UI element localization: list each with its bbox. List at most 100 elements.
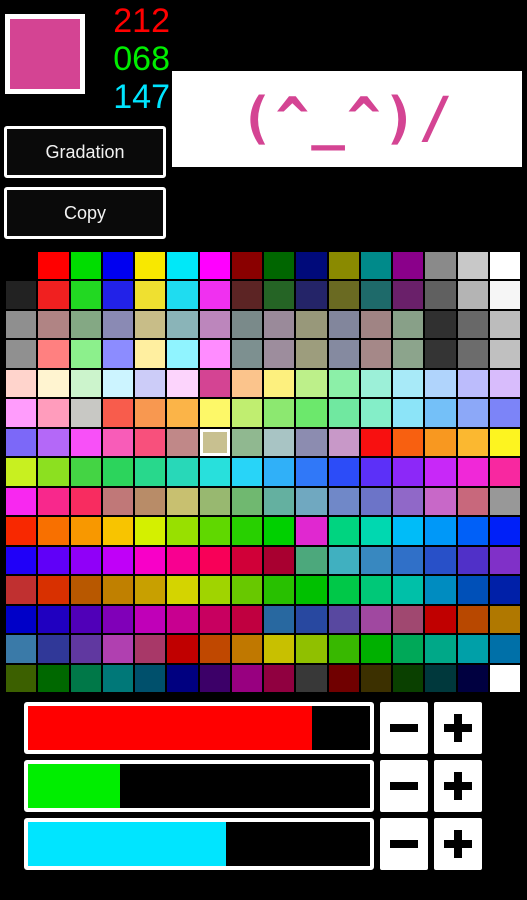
ascii-art-preview[interactable]: (^_^)/ — [172, 71, 522, 167]
palette-swatch[interactable] — [360, 635, 391, 663]
palette-swatch[interactable] — [6, 517, 37, 545]
palette-swatch[interactable] — [360, 664, 391, 692]
palette-swatch[interactable] — [457, 310, 488, 339]
red-plus-button[interactable] — [434, 702, 482, 754]
palette-swatch[interactable] — [231, 546, 262, 575]
palette-swatch[interactable] — [457, 252, 488, 280]
palette-swatch[interactable] — [38, 428, 69, 457]
palette-swatch[interactable] — [360, 399, 391, 427]
palette-swatch[interactable] — [135, 310, 166, 339]
gradation-button[interactable]: Gradation — [4, 126, 166, 178]
palette-swatch[interactable] — [135, 340, 166, 368]
palette-swatch[interactable] — [425, 546, 456, 575]
palette-swatch[interactable] — [360, 281, 391, 309]
palette-swatch[interactable] — [102, 576, 133, 604]
palette-swatch[interactable] — [199, 369, 230, 398]
palette-swatch[interactable] — [199, 252, 230, 280]
palette-swatch[interactable] — [70, 399, 101, 427]
palette-swatch[interactable] — [425, 487, 456, 516]
palette-swatch[interactable] — [425, 664, 456, 692]
palette-swatch[interactable] — [167, 546, 198, 575]
copy-button[interactable]: Copy — [4, 187, 166, 239]
palette-swatch[interactable] — [425, 252, 456, 280]
blue-slider[interactable] — [24, 818, 374, 870]
palette-swatch[interactable] — [489, 635, 520, 663]
blue-plus-button[interactable] — [434, 818, 482, 870]
palette-swatch[interactable] — [135, 605, 166, 634]
palette-swatch[interactable] — [231, 576, 262, 604]
palette-swatch[interactable] — [296, 546, 327, 575]
palette-swatch[interactable] — [70, 635, 101, 663]
palette-swatch[interactable] — [489, 369, 520, 398]
palette-swatch[interactable] — [457, 517, 488, 545]
palette-swatch[interactable] — [425, 458, 456, 486]
palette-swatch[interactable] — [102, 252, 133, 280]
palette-swatch[interactable] — [360, 517, 391, 545]
palette-swatch[interactable] — [264, 517, 295, 545]
palette-swatch[interactable] — [296, 369, 327, 398]
palette-swatch[interactable] — [167, 635, 198, 663]
palette-swatch[interactable] — [135, 458, 166, 486]
palette-swatch[interactable] — [199, 281, 230, 309]
palette-swatch[interactable] — [102, 605, 133, 634]
palette-swatch[interactable] — [38, 517, 69, 545]
palette-swatch[interactable] — [70, 428, 101, 457]
palette-swatch[interactable] — [328, 487, 359, 516]
palette-swatch[interactable] — [425, 369, 456, 398]
palette-swatch[interactable] — [489, 458, 520, 486]
palette-swatch[interactable] — [199, 340, 230, 368]
palette-swatch[interactable] — [102, 340, 133, 368]
palette-swatch[interactable] — [296, 576, 327, 604]
palette-swatch[interactable] — [425, 635, 456, 663]
palette-swatch[interactable] — [102, 546, 133, 575]
palette-swatch[interactable] — [489, 340, 520, 368]
palette-swatch[interactable] — [425, 576, 456, 604]
palette-swatch[interactable] — [70, 664, 101, 692]
palette-swatch[interactable] — [6, 605, 37, 634]
palette-swatch[interactable] — [457, 281, 488, 309]
palette-swatch[interactable] — [360, 576, 391, 604]
palette-swatch[interactable] — [457, 605, 488, 634]
palette-swatch[interactable] — [102, 399, 133, 427]
palette-swatch[interactable] — [393, 546, 424, 575]
palette-swatch[interactable] — [393, 458, 424, 486]
palette-swatch[interactable] — [296, 487, 327, 516]
palette-swatch[interactable] — [231, 340, 262, 368]
palette-swatch[interactable] — [231, 487, 262, 516]
palette-swatch[interactable] — [135, 576, 166, 604]
palette-swatch[interactable] — [231, 369, 262, 398]
palette-swatch[interactable] — [393, 517, 424, 545]
palette-swatch[interactable] — [393, 399, 424, 427]
palette-swatch[interactable] — [38, 576, 69, 604]
palette-swatch[interactable] — [102, 635, 133, 663]
palette-swatch[interactable] — [457, 576, 488, 604]
palette-swatch[interactable] — [489, 252, 520, 280]
palette-swatch[interactable] — [296, 281, 327, 309]
palette-swatch[interactable] — [489, 399, 520, 427]
palette-swatch[interactable] — [38, 546, 69, 575]
palette-swatch[interactable] — [102, 487, 133, 516]
palette-swatch[interactable] — [6, 664, 37, 692]
palette-swatch[interactable] — [102, 428, 133, 457]
palette-swatch[interactable] — [38, 310, 69, 339]
palette-swatch[interactable] — [457, 635, 488, 663]
palette-swatch[interactable] — [328, 635, 359, 663]
palette-swatch[interactable] — [264, 664, 295, 692]
palette-swatch[interactable] — [328, 664, 359, 692]
palette-swatch[interactable] — [264, 399, 295, 427]
palette-swatch[interactable] — [38, 487, 69, 516]
color-preview-swatch[interactable] — [5, 14, 85, 94]
palette-swatch[interactable] — [199, 487, 230, 516]
palette-swatch[interactable] — [457, 340, 488, 368]
palette-swatch[interactable] — [393, 664, 424, 692]
palette-swatch[interactable] — [70, 369, 101, 398]
palette-swatch[interactable] — [199, 517, 230, 545]
palette-swatch[interactable] — [489, 605, 520, 634]
red-slider[interactable] — [24, 702, 374, 754]
palette-swatch[interactable] — [489, 310, 520, 339]
palette-swatch[interactable] — [457, 546, 488, 575]
green-minus-button[interactable] — [380, 760, 428, 812]
palette-swatch[interactable] — [231, 281, 262, 309]
blue-minus-button[interactable] — [380, 818, 428, 870]
palette-swatch[interactable] — [6, 252, 37, 280]
